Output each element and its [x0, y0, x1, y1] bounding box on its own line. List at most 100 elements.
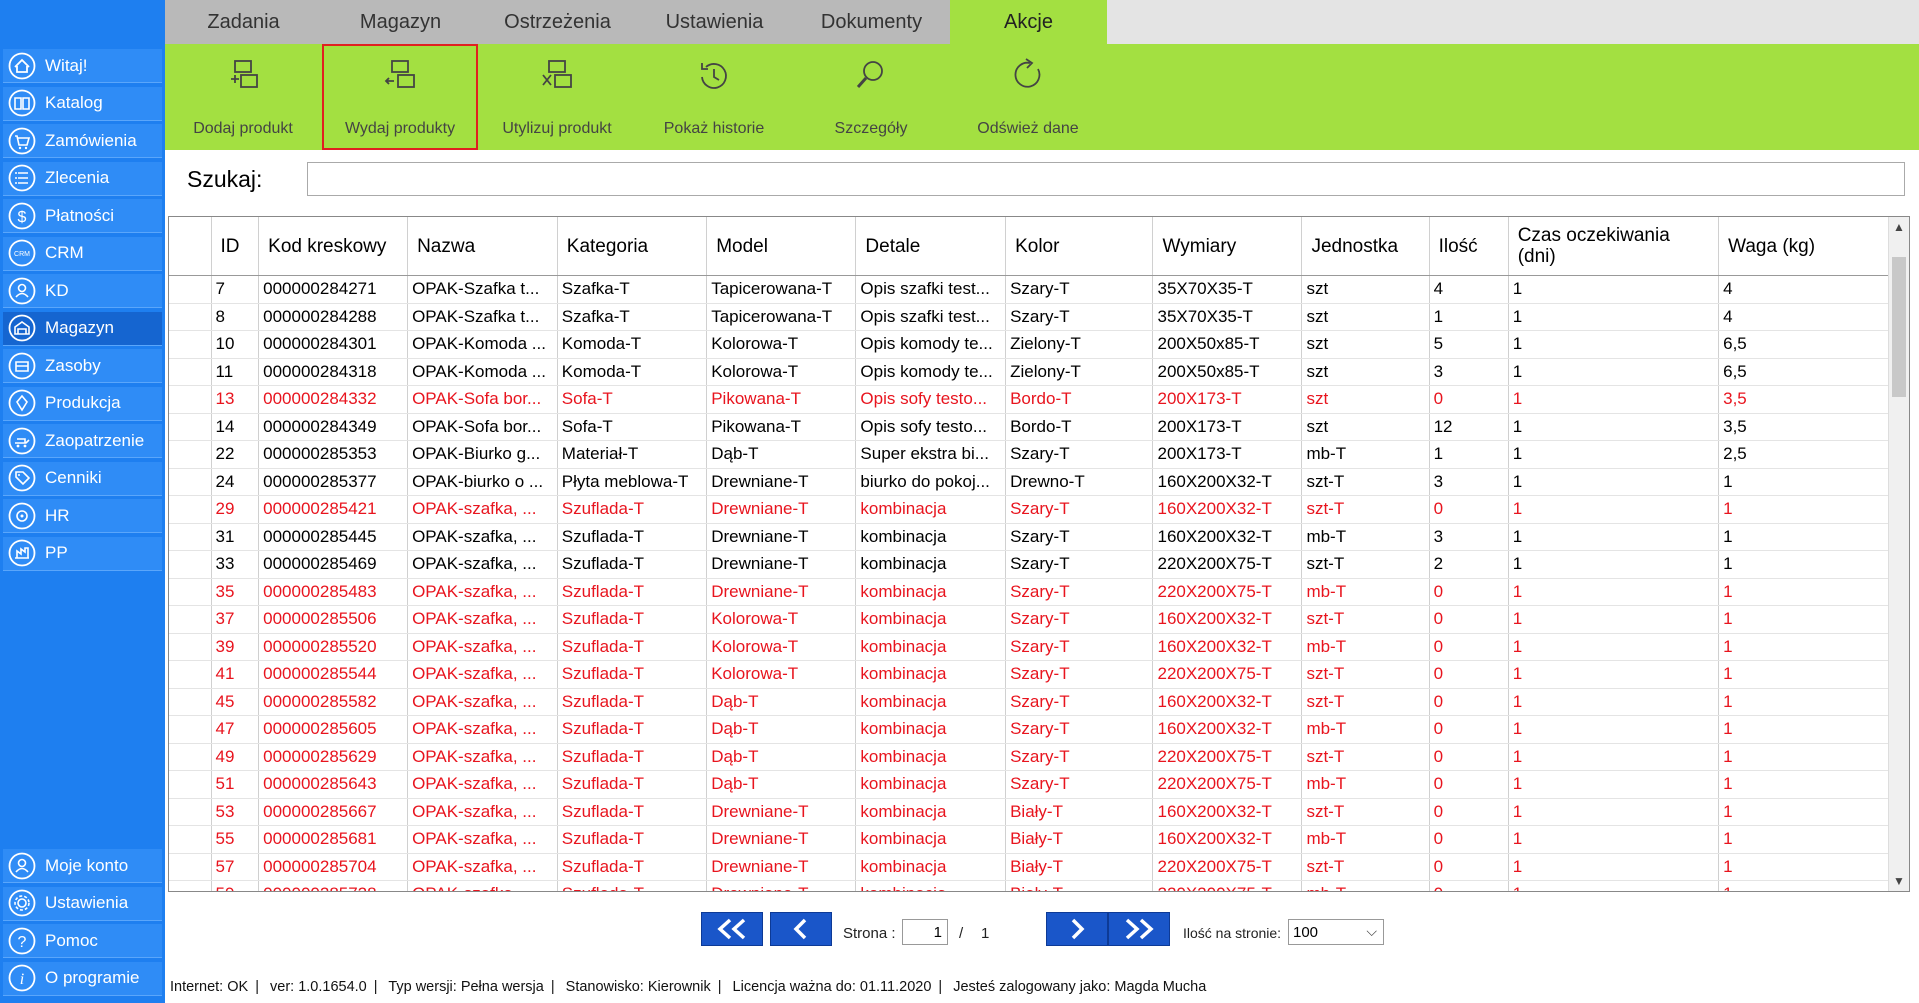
add-product-button[interactable]: Dodaj produkt: [165, 44, 321, 150]
row-header[interactable]: [169, 385, 212, 414]
column-header[interactable]: Kolor: [1005, 217, 1154, 276]
tab-ostrzeżenia[interactable]: Ostrzeżenia: [479, 0, 636, 44]
table-row[interactable]: 37 000000285506 OPAK-szafka, ... Szuflada-T…: [169, 605, 1909, 634]
table-row[interactable]: 13 000000284332 OPAK-Sofa bor... Sofa-T Piko…: [169, 385, 1909, 414]
sidebar-item-pomoc[interactable]: ? Pomoc: [3, 924, 162, 958]
table-row[interactable]: 53 000000285667 OPAK-szafka, ... Szuflada-T…: [169, 798, 1909, 826]
vertical-scrollbar[interactable]: ▲ ▼: [1888, 217, 1909, 891]
sidebar-item-crm[interactable]: CRM CRM: [3, 236, 162, 271]
sidebar-item-kd[interactable]: KD: [3, 274, 162, 308]
tab-magazyn[interactable]: Magazyn: [322, 0, 479, 44]
sidebar-item-zaopatrzenie[interactable]: Zaopatrzenie: [3, 424, 162, 458]
history-button[interactable]: Pokaż historie: [636, 44, 792, 150]
table-row[interactable]: 49 000000285629 OPAK-szafka, ... Szuflada-T…: [169, 743, 1909, 771]
column-header[interactable]: Wymiary: [1152, 217, 1303, 276]
sidebar-item-płatności[interactable]: $ Płatności: [3, 199, 162, 233]
sidebar-item-pp[interactable]: PP: [3, 536, 162, 571]
row-header[interactable]: [169, 440, 212, 469]
tab-ustawienia[interactable]: Ustawienia: [636, 0, 793, 44]
table-cell: OPAK-szafka, ...: [407, 578, 558, 606]
column-header[interactable]: Kod kreskowy: [258, 217, 409, 276]
tab-akcje[interactable]: Akcje: [950, 0, 1107, 44]
row-header[interactable]: [169, 770, 212, 799]
tab-zadania[interactable]: Zadania: [165, 0, 322, 44]
row-header[interactable]: [169, 880, 212, 891]
column-header[interactable]: ID: [211, 217, 260, 276]
row-header[interactable]: [169, 688, 212, 716]
table-row[interactable]: 45 000000285582 OPAK-szafka, ... Szuflada-T…: [169, 688, 1909, 716]
row-header[interactable]: [169, 853, 212, 881]
column-header[interactable]: Waga (kg): [1718, 217, 1890, 276]
row-header[interactable]: [169, 495, 212, 524]
sidebar-item-cenniki[interactable]: Cenniki: [3, 461, 162, 496]
table-row[interactable]: 14 000000284349 OPAK-Sofa bor... Sofa-T Piko…: [169, 413, 1909, 441]
sidebar-item-katalog[interactable]: Katalog: [3, 86, 162, 121]
sidebar-item-ustawienia[interactable]: Ustawienia: [3, 886, 162, 921]
row-header[interactable]: [169, 633, 212, 661]
table-row[interactable]: 11 000000284318 OPAK-Komoda ... Komoda-T Kol…: [169, 358, 1909, 386]
sidebar-item-magazyn[interactable]: Magazyn: [3, 311, 162, 346]
sidebar-item-zasoby[interactable]: Zasoby: [3, 349, 162, 383]
sidebar-item-o-programie[interactable]: i O programie: [3, 961, 162, 996]
issue-products-button[interactable]: Wydaj produkty: [322, 44, 478, 150]
sidebar-item-hr[interactable]: HR: [3, 499, 162, 533]
table-row[interactable]: 47 000000285605 OPAK-szafka, ... Szuflada-T…: [169, 715, 1909, 744]
table-row[interactable]: 7 000000284271 OPAK-Szafka t... Szafka-T Tap…: [169, 275, 1909, 304]
table-row[interactable]: 33 000000285469 OPAK-szafka, ... Szuflada-T…: [169, 550, 1909, 579]
sidebar-item-witaj-[interactable]: Witaj!: [3, 49, 162, 83]
last-page-button[interactable]: [1108, 912, 1170, 946]
row-header[interactable]: [169, 303, 212, 331]
table-row[interactable]: 31 000000285445 OPAK-szafka, ... Szuflada-T…: [169, 523, 1909, 551]
dispose-product-button[interactable]: Utylizuj produkt: [479, 44, 635, 150]
table-row[interactable]: 29 000000285421 OPAK-szafka, ... Szuflada-T…: [169, 495, 1909, 524]
table-row[interactable]: 39 000000285520 OPAK-szafka, ... Szuflada-T…: [169, 633, 1909, 661]
table-row[interactable]: 10 000000284301 OPAK-Komoda ... Komoda-T Kol…: [169, 330, 1909, 359]
table-row[interactable]: 35 000000285483 OPAK-szafka, ... Szuflada-T…: [169, 578, 1909, 606]
row-header[interactable]: [169, 825, 212, 854]
column-header[interactable]: Kategoria: [557, 217, 708, 276]
row-header[interactable]: [169, 358, 212, 386]
tab-dokumenty[interactable]: Dokumenty: [793, 0, 950, 44]
table-row[interactable]: 8 000000284288 OPAK-Szafka t... Szafka-T Tap…: [169, 303, 1909, 331]
per-page-select[interactable]: 100 ⌵: [1288, 919, 1384, 945]
scroll-down-icon[interactable]: ▼: [1889, 871, 1909, 891]
table-row[interactable]: 51 000000285643 OPAK-szafka, ... Szuflada-T…: [169, 770, 1909, 799]
page-number-input[interactable]: [902, 919, 948, 945]
search-input[interactable]: [307, 162, 1905, 196]
table-row[interactable]: 24 000000285377 OPAK-biurko o ... Płyta meb…: [169, 468, 1909, 496]
column-header[interactable]: Nazwa: [407, 217, 558, 276]
sidebar-item-zamówienia[interactable]: Zamówienia: [3, 124, 162, 158]
table-row[interactable]: 55 000000285681 OPAK-szafka, ... Szuflada-T…: [169, 825, 1909, 854]
row-header[interactable]: [169, 468, 212, 496]
refresh-button[interactable]: Odśwież dane: [950, 44, 1106, 150]
row-header[interactable]: [169, 798, 212, 826]
row-header[interactable]: [169, 605, 212, 634]
column-header[interactable]: Detale: [855, 217, 1007, 276]
row-header[interactable]: [169, 743, 212, 771]
row-header[interactable]: [169, 550, 212, 579]
sidebar-item-zlecenia[interactable]: Zlecenia: [3, 161, 162, 196]
table-row[interactable]: 59000000285728OPAK-szafka, ...Szuflada-T…: [169, 880, 1909, 891]
table-row[interactable]: 22 000000285353 OPAK-Biurko g... Materiał-T…: [169, 440, 1909, 469]
magnifier-button[interactable]: Szczegóły: [793, 44, 949, 150]
row-header[interactable]: [169, 715, 212, 744]
row-header[interactable]: [169, 330, 212, 359]
sidebar-item-moje-konto[interactable]: Moje konto: [3, 849, 162, 883]
next-page-button[interactable]: [1046, 912, 1108, 946]
row-header[interactable]: [169, 275, 212, 304]
column-header[interactable]: Ilość: [1429, 217, 1509, 276]
table-row[interactable]: 57 000000285704 OPAK-szafka, ... Szuflada-T…: [169, 853, 1909, 881]
sidebar-item-produkcja[interactable]: Produkcja: [3, 386, 162, 421]
column-header[interactable]: Jednostka: [1301, 217, 1430, 276]
row-header[interactable]: [169, 660, 212, 689]
first-page-button[interactable]: [701, 912, 763, 946]
scroll-thumb[interactable]: [1892, 257, 1906, 397]
row-header[interactable]: [169, 413, 212, 441]
scroll-up-icon[interactable]: ▲: [1889, 217, 1909, 237]
row-header[interactable]: [169, 523, 212, 551]
column-header[interactable]: Czas oczekiwania (dni): [1508, 217, 1720, 276]
row-header[interactable]: [169, 578, 212, 606]
column-header[interactable]: Model: [706, 217, 857, 276]
table-row[interactable]: 41 000000285544 OPAK-szafka, ... Szuflada-T…: [169, 660, 1909, 689]
previous-page-button[interactable]: [770, 912, 832, 946]
